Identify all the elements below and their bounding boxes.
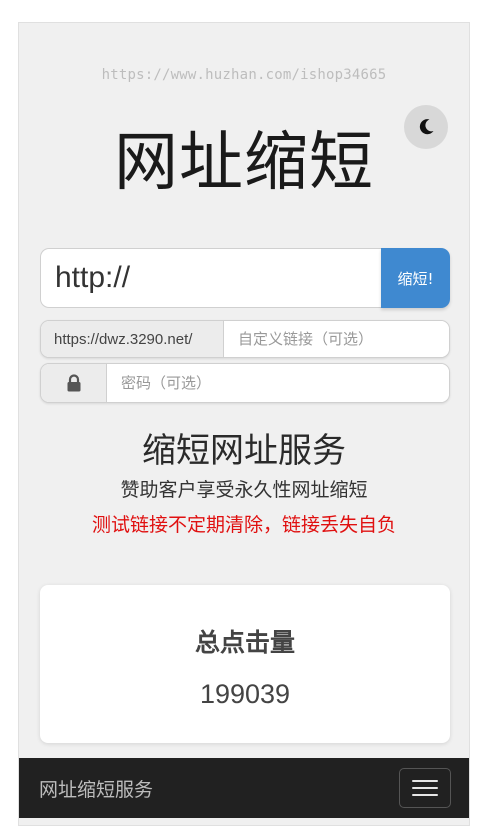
bottom-navbar: 网址缩短服务 [19,758,469,818]
shorten-form: 缩短! [40,248,450,308]
page-frame: https://www.huzhan.com/ishop34665 网址缩短 缩… [18,22,470,826]
service-heading: 缩短网址服务 [142,431,346,471]
lock-icon [67,374,80,392]
stats-card: 总点击量 199039 [40,585,450,743]
alias-domain-prefix: https://dwz.3290.net/ [41,321,224,357]
alias-input[interactable] [224,321,449,357]
shorten-button[interactable]: 缩短! [381,248,450,308]
url-input[interactable] [40,248,385,308]
hamburger-menu-icon[interactable] [399,768,451,808]
service-warning: 测试链接不定期清除，链接丢失自负 [91,514,396,536]
password-input[interactable] [107,364,449,402]
navbar-brand[interactable]: 网址缩短服务 [39,775,153,802]
password-prefix [41,364,107,402]
total-clicks-label: 总点击量 [194,628,295,657]
watermark-url: https://www.huzhan.com/ishop34665 [101,67,387,83]
hamburger-bar [412,787,438,789]
hamburger-bar [412,794,438,796]
hamburger-bar [412,780,438,782]
alias-input-group: https://dwz.3290.net/ [40,320,450,358]
total-clicks-value: 199039 [199,679,291,709]
service-subtitle: 赞助客户享受永久性网址缩短 [120,479,368,501]
password-input-group [40,363,450,403]
page-title: 网址缩短 [114,126,374,200]
